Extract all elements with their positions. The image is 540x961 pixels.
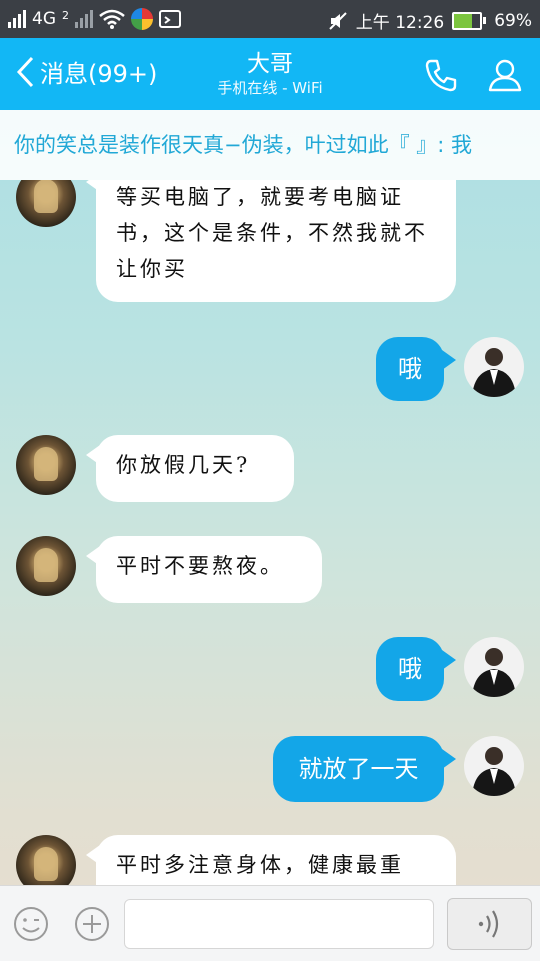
contact-avatar[interactable] <box>16 180 76 227</box>
back-button[interactable]: 消息(99+) <box>14 54 157 89</box>
message-bubble-incoming[interactable]: 等买电脑了，就要考电脑证书，这个是条件，不然我就不让你买 <box>96 180 456 302</box>
chat-area[interactable]: 等买电脑了，就要考电脑证书，这个是条件，不然我就不让你买 哦 你放假几天? 平时… <box>0 180 540 885</box>
chevron-left-icon <box>16 56 34 87</box>
status-bar: 4G 2 上午 12:26 69% <box>0 0 540 38</box>
suit-figure-icon <box>472 348 516 397</box>
phone-icon[interactable] <box>422 56 460 94</box>
message-bubble-incoming[interactable]: 平时多注意身体，健康最重 <box>96 835 456 885</box>
contact-name: 大哥 <box>247 51 293 77</box>
signal-icon <box>8 10 26 28</box>
chat-header: 消息(99+) 大哥 手机在线 - WiFi <box>0 38 540 110</box>
plus-icon[interactable] <box>73 905 111 943</box>
battery-icon <box>452 11 487 30</box>
suit-figure-icon <box>472 648 516 697</box>
bubble-tail <box>442 650 456 670</box>
suit-figure-icon <box>472 747 516 796</box>
my-avatar[interactable] <box>464 337 524 397</box>
screenshot-icon <box>159 10 181 28</box>
contact-info[interactable]: 大哥 手机在线 - WiFi <box>170 50 370 98</box>
contact-avatar[interactable] <box>16 536 76 596</box>
battery-percent: 69% <box>494 10 532 31</box>
status-left: 4G 2 <box>8 8 181 30</box>
bubble-tail <box>442 749 456 769</box>
message-input[interactable] <box>124 899 434 949</box>
message-bubble-outgoing[interactable]: 哦 <box>376 337 444 401</box>
message-bubble-outgoing[interactable]: 就放了一天 <box>273 736 444 802</box>
status-right: 上午 12:26 69% <box>328 8 532 33</box>
contact-status: 手机在线 - WiFi <box>217 79 323 97</box>
message-bubble-incoming[interactable]: 你放假几天? <box>96 435 294 502</box>
mute-icon <box>329 11 347 30</box>
my-avatar[interactable] <box>464 736 524 796</box>
voice-wave-icon <box>478 910 499 938</box>
my-avatar[interactable] <box>464 637 524 697</box>
contact-avatar[interactable] <box>16 835 76 885</box>
clock: 上午 12:26 <box>355 13 445 33</box>
input-bar <box>0 885 540 961</box>
signal-sim2-icon <box>75 10 93 28</box>
message-bubble-incoming[interactable]: 平时不要熬夜。 <box>96 536 322 603</box>
signature-banner[interactable]: 你的笑总是装作很天真−伪装，叶过如此『 』: 我 <box>0 110 540 180</box>
app-notification-icon <box>131 8 153 30</box>
bubble-tail <box>442 350 456 370</box>
contact-avatar[interactable] <box>16 435 76 495</box>
message-bubble-outgoing[interactable]: 哦 <box>376 637 444 701</box>
emoji-icon[interactable] <box>12 905 50 943</box>
network-type: 4G <box>32 9 56 29</box>
sim2-indicator: 2 <box>62 8 69 22</box>
wifi-icon <box>99 9 125 29</box>
profile-icon[interactable] <box>486 56 524 94</box>
voice-button[interactable] <box>447 898 532 950</box>
back-label: 消息(99+) <box>40 60 158 88</box>
